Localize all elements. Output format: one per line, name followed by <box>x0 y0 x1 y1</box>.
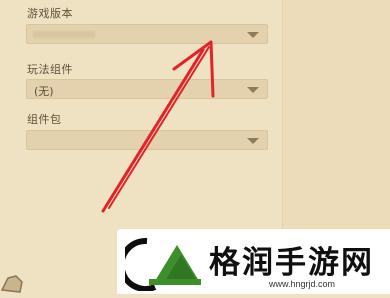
logo-emblem-icon <box>125 237 201 291</box>
watermark-name: 格润手游网 <box>209 245 374 281</box>
watermark-url: www.hngrjd.com <box>269 279 336 289</box>
watermark-logo: 格润手游网 www.hngrjd.com <box>117 229 390 294</box>
